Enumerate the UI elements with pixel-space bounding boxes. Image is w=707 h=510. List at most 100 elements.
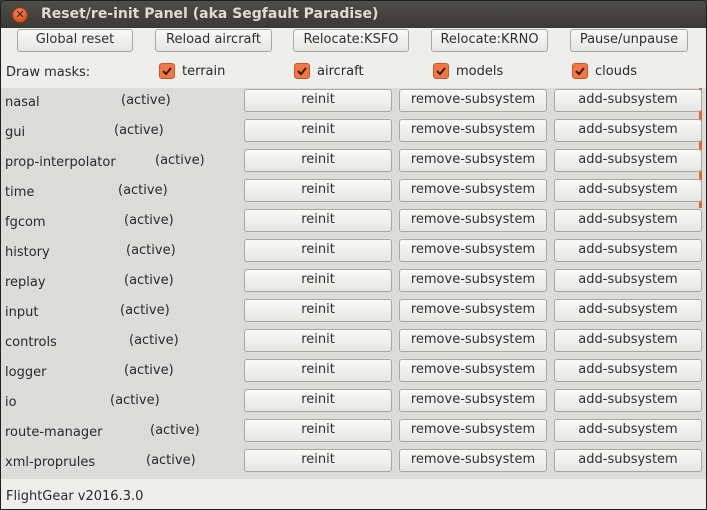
add-subsystem-button[interactable]: add-subsystem: [554, 89, 702, 112]
version-label: FlightGear v2016.3.0: [6, 489, 144, 504]
subsystem-name: input: [5, 305, 39, 320]
subsystem-row: history (active) reinit remove-subsystem add…: [1, 238, 702, 268]
reset-panel-window: ✕ Reset/re-init Panel (aka Segfault Para…: [0, 0, 707, 510]
clouds-label: clouds: [595, 64, 637, 79]
subsystem-status: (active): [155, 153, 205, 168]
remove-subsystem-button[interactable]: remove-subsystem: [399, 359, 547, 382]
aircraft-checkbox[interactable]: [294, 63, 310, 79]
terrain-checkbox[interactable]: [159, 63, 175, 79]
add-subsystem-button[interactable]: add-subsystem: [554, 389, 702, 412]
subsystem-status: (active): [118, 183, 168, 198]
reinit-button[interactable]: reinit: [244, 299, 392, 322]
reinit-button[interactable]: reinit: [244, 419, 392, 442]
draw-masks-label: Draw masks:: [6, 65, 91, 80]
subsystem-list[interactable]: nasal (active) reinit remove-subsystem add-s…: [1, 88, 706, 479]
add-subsystem-button[interactable]: add-subsystem: [554, 299, 702, 322]
remove-subsystem-button[interactable]: remove-subsystem: [399, 119, 547, 142]
subsystem-status: (active): [110, 393, 160, 408]
remove-subsystem-button[interactable]: remove-subsystem: [399, 389, 547, 412]
add-subsystem-button[interactable]: add-subsystem: [554, 269, 702, 292]
remove-subsystem-button[interactable]: remove-subsystem: [399, 419, 547, 442]
subsystem-status: (active): [114, 123, 164, 138]
terrain-label: terrain: [182, 64, 226, 79]
checkmark-icon: [297, 67, 307, 76]
subsystem-status: (active): [129, 333, 179, 348]
remove-subsystem-button[interactable]: remove-subsystem: [399, 149, 547, 172]
subsystem-row: controls (active) reinit remove-subsystem ad…: [1, 328, 702, 358]
reinit-button[interactable]: reinit: [244, 89, 392, 112]
checkmark-icon: [436, 67, 446, 76]
add-subsystem-button[interactable]: add-subsystem: [554, 329, 702, 352]
clouds-checkbox[interactable]: [572, 63, 588, 79]
subsystem-name: logger: [5, 365, 47, 380]
reinit-button[interactable]: reinit: [244, 449, 392, 472]
add-subsystem-button[interactable]: add-subsystem: [554, 179, 702, 202]
remove-subsystem-button[interactable]: remove-subsystem: [399, 449, 547, 472]
subsystem-row: input (active) reinit remove-subsystem add-s…: [1, 298, 702, 328]
relocate-ksfo-button[interactable]: Relocate:KSFO: [293, 29, 409, 52]
subsystem-row: io (active) reinit remove-subsystem add-subs…: [1, 388, 702, 418]
subsystem-row: xml-proprules (active) reinit remove-subsys…: [1, 448, 702, 478]
title-bar[interactable]: ✕ Reset/re-init Panel (aka Segfault Para…: [1, 1, 706, 28]
remove-subsystem-button[interactable]: remove-subsystem: [399, 269, 547, 292]
remove-subsystem-button[interactable]: remove-subsystem: [399, 89, 547, 112]
reinit-button[interactable]: reinit: [244, 239, 392, 262]
pause-unpause-button[interactable]: Pause/unpause: [570, 29, 688, 52]
subsystem-name: controls: [5, 335, 57, 350]
relocate-krno-button[interactable]: Relocate:KRNO: [431, 29, 548, 52]
subsystem-name: replay: [5, 275, 46, 290]
subsystem-status: (active): [124, 273, 174, 288]
subsystem-status: (active): [150, 423, 200, 438]
reinit-button[interactable]: reinit: [244, 149, 392, 172]
models-checkbox[interactable]: [433, 63, 449, 79]
close-icon[interactable]: ✕: [12, 7, 28, 23]
reinit-button[interactable]: reinit: [244, 389, 392, 412]
subsystem-status: (active): [124, 213, 174, 228]
subsystem-name: time: [5, 185, 35, 200]
subsystem-name: io: [5, 395, 17, 410]
checkmark-icon: [575, 67, 585, 76]
add-subsystem-button[interactable]: add-subsystem: [554, 239, 702, 262]
subsystem-status: (active): [124, 363, 174, 378]
subsystem-name: nasal: [5, 95, 40, 110]
subsystem-row: logger (active) reinit remove-subsystem add-…: [1, 358, 702, 388]
remove-subsystem-button[interactable]: remove-subsystem: [399, 179, 547, 202]
window-title: Reset/re-init Panel (aka Segfault Paradi…: [41, 6, 379, 22]
reinit-button[interactable]: reinit: [244, 119, 392, 142]
remove-subsystem-button[interactable]: remove-subsystem: [399, 329, 547, 352]
models-label: models: [456, 64, 504, 79]
subsystem-row: gui (active) reinit remove-subsystem add-sub…: [1, 118, 702, 148]
aircraft-label: aircraft: [317, 64, 364, 79]
subsystem-name: history: [5, 245, 50, 260]
reinit-button[interactable]: reinit: [244, 269, 392, 292]
add-subsystem-button[interactable]: add-subsystem: [554, 419, 702, 442]
reinit-button[interactable]: reinit: [244, 329, 392, 352]
subsystem-name: xml-proprules: [5, 455, 96, 470]
global-reset-button[interactable]: Global reset: [17, 29, 133, 52]
reload-aircraft-button[interactable]: Reload aircraft: [155, 29, 272, 52]
checkmark-icon: [162, 67, 172, 76]
subsystem-row: time (active) reinit remove-subsystem add-su…: [1, 178, 702, 208]
remove-subsystem-button[interactable]: remove-subsystem: [399, 299, 547, 322]
panel-content: Global reset Reload aircraft Relocate:KS…: [1, 28, 706, 509]
add-subsystem-button[interactable]: add-subsystem: [554, 149, 702, 172]
subsystem-status: (active): [126, 243, 176, 258]
subsystem-row: nasal (active) reinit remove-subsystem add-s…: [1, 88, 702, 118]
add-subsystem-button[interactable]: add-subsystem: [554, 449, 702, 472]
reinit-button[interactable]: reinit: [244, 209, 392, 232]
subsystem-status: (active): [121, 93, 171, 108]
add-subsystem-button[interactable]: add-subsystem: [554, 359, 702, 382]
add-subsystem-button[interactable]: add-subsystem: [554, 119, 702, 142]
subsystem-row: replay (active) reinit remove-subsystem add-…: [1, 268, 702, 298]
add-subsystem-button[interactable]: add-subsystem: [554, 209, 702, 232]
subsystem-name: prop-interpolator: [5, 155, 116, 170]
subsystem-status: (active): [120, 303, 170, 318]
subsystem-name: gui: [5, 125, 26, 140]
remove-subsystem-button[interactable]: remove-subsystem: [399, 239, 547, 262]
subsystem-status: (active): [146, 453, 196, 468]
reinit-button[interactable]: reinit: [244, 359, 392, 382]
subsystem-name: route-manager: [5, 425, 103, 440]
remove-subsystem-button[interactable]: remove-subsystem: [399, 209, 547, 232]
subsystem-row: route-manager (active) reinit remove-subsys…: [1, 418, 702, 448]
reinit-button[interactable]: reinit: [244, 179, 392, 202]
